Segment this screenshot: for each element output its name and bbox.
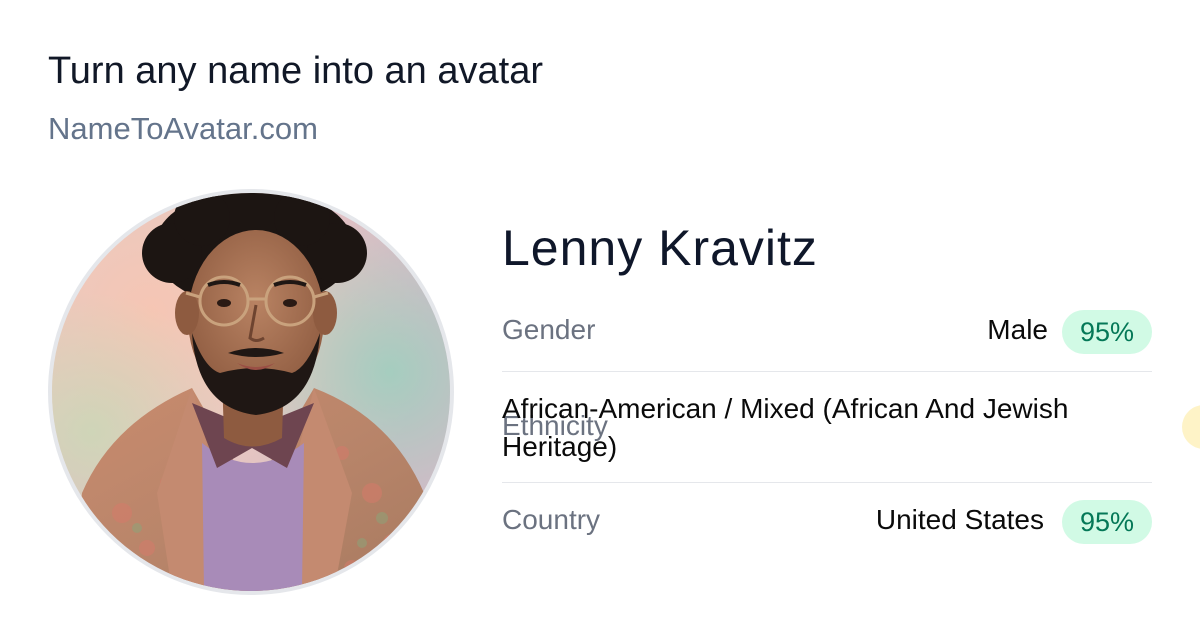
row-divider bbox=[502, 482, 1152, 483]
person-name: Lenny Kravitz bbox=[502, 220, 818, 276]
avatar-portrait bbox=[52, 193, 450, 591]
country-value: United States bbox=[875, 504, 1044, 535]
site-url[interactable]: NameToAvatar.com bbox=[48, 111, 318, 147]
ethnicity-value: African-American / Mixed (African And Je… bbox=[502, 393, 1069, 462]
headline: Turn any name into an avatar bbox=[48, 50, 543, 92]
ethnicity-confidence-badge bbox=[1182, 405, 1200, 449]
row-divider bbox=[502, 371, 1152, 372]
avatar bbox=[52, 193, 450, 591]
country-label: Country bbox=[502, 504, 601, 535]
country-confidence-badge: 95% bbox=[1062, 500, 1152, 544]
gender-confidence-badge: 95% bbox=[1062, 310, 1152, 354]
gender-value: Male bbox=[987, 314, 1048, 345]
gender-label: Gender bbox=[502, 314, 596, 345]
